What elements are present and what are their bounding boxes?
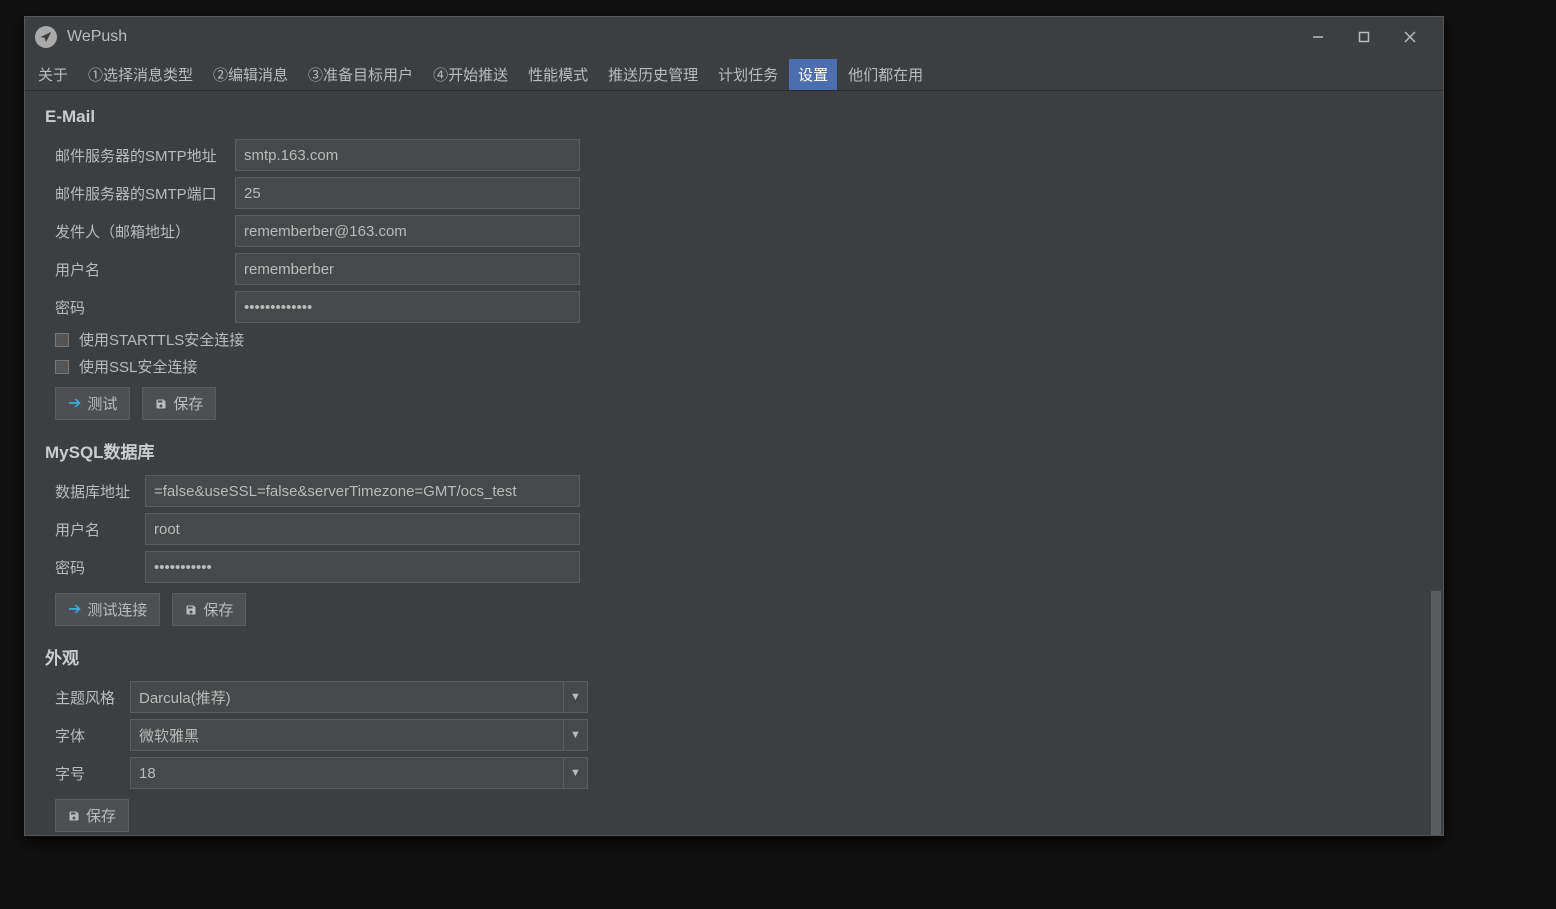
app-icon bbox=[35, 26, 57, 48]
input-db-addr[interactable] bbox=[145, 475, 580, 507]
tab-scheduled-tasks[interactable]: 计划任务 bbox=[709, 59, 787, 90]
input-email-pass[interactable] bbox=[235, 291, 580, 323]
save-icon bbox=[185, 604, 197, 616]
label-email-pass: 密码 bbox=[55, 297, 235, 318]
label-starttls: 使用STARTTLS安全连接 bbox=[79, 329, 244, 350]
input-db-user[interactable] bbox=[145, 513, 580, 545]
tab-prepare-target[interactable]: ③准备目标用户 bbox=[299, 59, 422, 90]
label-smtp-addr: 邮件服务器的SMTP地址 bbox=[55, 145, 235, 166]
chevron-down-icon: ▼ bbox=[563, 682, 587, 712]
select-font-size-value: 18 bbox=[139, 765, 563, 782]
input-sender[interactable] bbox=[235, 215, 580, 247]
chevron-down-icon: ▼ bbox=[563, 758, 587, 788]
scrollbar-thumb[interactable] bbox=[1431, 591, 1441, 835]
tab-select-msg-type[interactable]: ①选择消息类型 bbox=[79, 59, 202, 90]
label-ssl: 使用SSL安全连接 bbox=[79, 356, 197, 377]
tab-perf-mode[interactable]: 性能模式 bbox=[519, 59, 597, 90]
btn-email-test-label: 测试 bbox=[87, 393, 117, 414]
tab-bar: 关于 ①选择消息类型 ②编辑消息 ③准备目标用户 ④开始推送 性能模式 推送历史… bbox=[25, 57, 1443, 91]
select-font[interactable]: 微软雅黑 ▼ bbox=[130, 719, 588, 751]
btn-email-save[interactable]: 保存 bbox=[142, 387, 216, 420]
label-db-pass: 密码 bbox=[55, 557, 145, 578]
select-theme[interactable]: Darcula(推荐) ▼ bbox=[130, 681, 588, 713]
select-theme-value: Darcula(推荐) bbox=[139, 687, 563, 708]
input-smtp-addr[interactable] bbox=[235, 139, 580, 171]
checkbox-ssl[interactable] bbox=[55, 360, 69, 374]
app-window: WePush 关于 ①选择消息类型 ②编辑消息 ③准备目标用户 ④开始推送 性能… bbox=[24, 16, 1444, 836]
btn-db-test[interactable]: ➔ 测试连接 bbox=[55, 593, 160, 626]
section-title-email: E-Mail bbox=[45, 107, 1423, 127]
btn-db-save-label: 保存 bbox=[203, 599, 233, 620]
tab-settings[interactable]: 设置 bbox=[789, 59, 837, 90]
save-icon bbox=[68, 810, 80, 822]
input-smtp-port[interactable] bbox=[235, 177, 580, 209]
input-db-pass[interactable] bbox=[145, 551, 580, 583]
label-font-size: 字号 bbox=[55, 763, 130, 784]
label-theme: 主题风格 bbox=[55, 687, 130, 708]
minimize-button[interactable] bbox=[1295, 17, 1341, 57]
btn-appearance-save-label: 保存 bbox=[86, 805, 116, 826]
section-title-appearance: 外观 bbox=[45, 644, 1423, 669]
tab-edit-msg[interactable]: ②编辑消息 bbox=[204, 59, 297, 90]
label-db-addr: 数据库地址 bbox=[55, 481, 145, 502]
close-button[interactable] bbox=[1387, 17, 1433, 57]
arrow-right-icon: ➔ bbox=[68, 396, 81, 412]
input-email-user[interactable] bbox=[235, 253, 580, 285]
btn-appearance-save[interactable]: 保存 bbox=[55, 799, 129, 832]
tab-others-using[interactable]: 他们都在用 bbox=[839, 59, 932, 90]
tab-about[interactable]: 关于 bbox=[29, 59, 77, 90]
label-sender: 发件人（邮箱地址） bbox=[55, 221, 235, 242]
label-email-user: 用户名 bbox=[55, 259, 235, 280]
app-title: WePush bbox=[67, 28, 127, 46]
content-pane: E-Mail 邮件服务器的SMTP地址 邮件服务器的SMTP端口 发件人（邮箱地… bbox=[25, 91, 1443, 835]
save-icon bbox=[155, 398, 167, 410]
titlebar: WePush bbox=[25, 17, 1443, 57]
select-font-size[interactable]: 18 ▼ bbox=[130, 757, 588, 789]
tab-push-history[interactable]: 推送历史管理 bbox=[599, 59, 707, 90]
btn-db-test-label: 测试连接 bbox=[87, 599, 147, 620]
btn-email-save-label: 保存 bbox=[173, 393, 203, 414]
label-db-user: 用户名 bbox=[55, 519, 145, 540]
chevron-down-icon: ▼ bbox=[563, 720, 587, 750]
arrow-right-icon: ➔ bbox=[68, 602, 81, 618]
label-font: 字体 bbox=[55, 725, 130, 746]
btn-email-test[interactable]: ➔ 测试 bbox=[55, 387, 130, 420]
label-smtp-port: 邮件服务器的SMTP端口 bbox=[55, 183, 235, 204]
maximize-button[interactable] bbox=[1341, 17, 1387, 57]
checkbox-starttls[interactable] bbox=[55, 333, 69, 347]
btn-db-save[interactable]: 保存 bbox=[172, 593, 246, 626]
section-title-mysql: MySQL数据库 bbox=[45, 438, 1423, 463]
tab-start-push[interactable]: ④开始推送 bbox=[424, 59, 517, 90]
select-font-value: 微软雅黑 bbox=[139, 725, 563, 746]
